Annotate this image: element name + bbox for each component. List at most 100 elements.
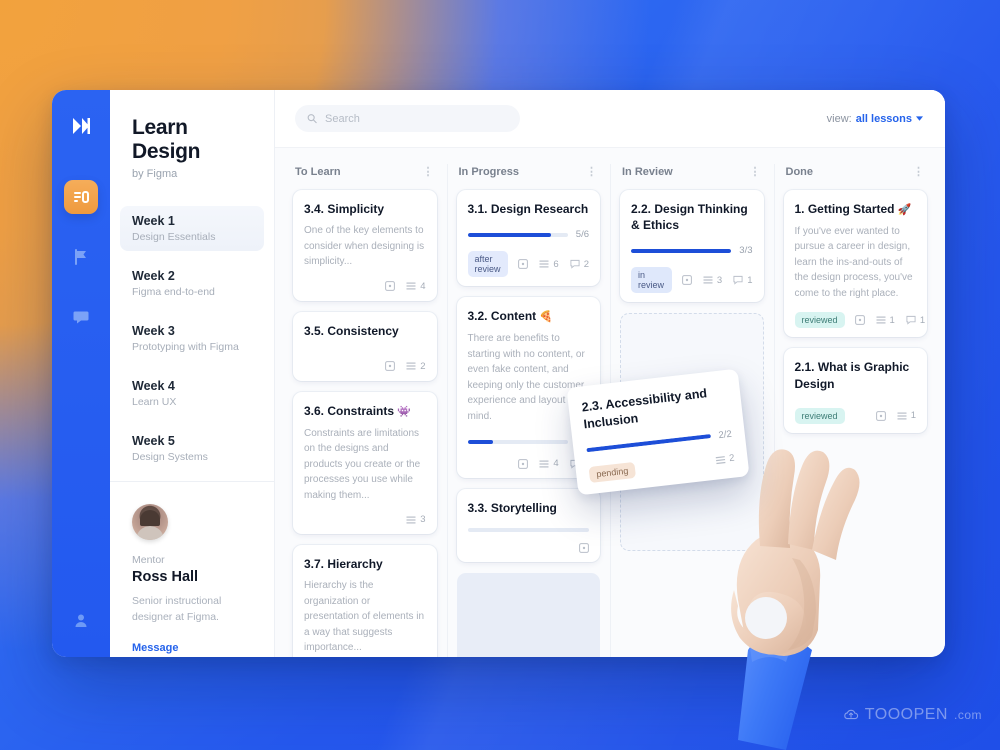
- kebab-menu-icon[interactable]: ⋮: [586, 167, 598, 178]
- sidebar-item-week-5[interactable]: Week 5 Design Systems: [120, 426, 264, 471]
- mentor-name: Ross Hall: [132, 569, 199, 585]
- status-badge[interactable]: in review: [631, 267, 672, 294]
- progress-row: [467, 528, 589, 533]
- attachment-icon[interactable]: [385, 281, 396, 292]
- nav-rail: [52, 90, 110, 657]
- kebab-menu-icon[interactable]: ⋮: [750, 167, 762, 178]
- checklist-count: 1: [910, 410, 916, 422]
- card-meta: 4 1: [468, 458, 589, 469]
- week-subtitle: Design Systems: [132, 451, 208, 463]
- chevron-down-icon: [916, 116, 923, 121]
- page-subtitle: by Figma: [132, 168, 178, 180]
- checklist-icon: [406, 516, 416, 524]
- rocket-emoji-icon: 🚀: [897, 204, 912, 216]
- progress-bar: [586, 434, 711, 453]
- card-meta: reviewed 1: [794, 407, 916, 424]
- app-window: Learn Design by Figma Week 1 Design Esse…: [52, 90, 945, 657]
- course-sidebar: Learn Design by Figma Week 1 Design Esse…: [110, 90, 275, 657]
- page-title: Learn Design: [132, 116, 201, 163]
- checklist-meta[interactable]: 1: [897, 410, 916, 421]
- comment-meta[interactable]: 2: [570, 259, 589, 270]
- attachment-icon[interactable]: [682, 275, 692, 286]
- week-subtitle: Prototyping with Figma: [132, 341, 239, 353]
- sidebar-item-board[interactable]: [64, 180, 98, 214]
- card-1-getting-started[interactable]: 1. Getting Started 🚀 If you've ever wante…: [783, 190, 927, 338]
- card-2-2-design-thinking-ethics[interactable]: 2.2. Design Thinking & Ethics 3/3 in rev…: [620, 190, 764, 303]
- kebab-menu-icon[interactable]: ⋮: [423, 167, 435, 178]
- view-value: all lessons: [855, 112, 912, 125]
- week-name: Week 5: [132, 434, 175, 448]
- mentor-card: Mentor Ross Hall Senior instructional de…: [110, 481, 274, 657]
- search-box[interactable]: [295, 105, 520, 132]
- view-selector[interactable]: view: all lessons: [827, 113, 923, 125]
- week-name: Week 4: [132, 379, 175, 393]
- status-badge[interactable]: pending: [588, 461, 637, 483]
- sidebar-item-profile[interactable]: [72, 612, 90, 635]
- kebab-menu-icon[interactable]: ⋮: [913, 167, 925, 178]
- card-description: One of the key elements to consider when…: [304, 225, 425, 268]
- card-meta: 3: [304, 514, 426, 525]
- sidebar-item-goals[interactable]: [64, 240, 98, 274]
- sidebar-item-week-2[interactable]: Week 2 Figma end-to-end: [120, 261, 264, 306]
- mentor-role: Senior instructional designer at Figma.: [132, 595, 222, 623]
- figma-play-logo-icon[interactable]: [67, 112, 95, 140]
- card-description: Hierarchy is the organization or present…: [304, 580, 425, 654]
- sidebar-item-messages[interactable]: [64, 300, 98, 334]
- week-name: Week 3: [132, 324, 175, 338]
- column-header: To Learn ⋮: [293, 162, 437, 190]
- attachment-icon[interactable]: [518, 458, 529, 469]
- checklist-meta[interactable]: 2: [406, 361, 426, 372]
- sidebar-item-week-1[interactable]: Week 1 Design Essentials: [120, 206, 264, 251]
- flag-icon: [75, 249, 86, 265]
- card-3-6-constraints[interactable]: 3.6. Constraints 👾 Constraints are limita…: [293, 391, 437, 535]
- dragged-card-2-3-accessibility[interactable]: 2.3. Accessibility and Inclusion 2/2 pen…: [566, 368, 750, 496]
- checklist-meta[interactable]: 2: [715, 453, 735, 466]
- card-title: 3.5. Consistency: [304, 323, 399, 338]
- search-icon: [307, 114, 317, 124]
- attachment-icon[interactable]: [579, 543, 589, 554]
- checklist-icon: [703, 276, 713, 284]
- status-badge[interactable]: reviewed: [794, 312, 845, 329]
- status-badge[interactable]: reviewed: [794, 407, 845, 424]
- card-title: 3.4. Simplicity: [304, 202, 385, 216]
- checklist-meta[interactable]: 3: [703, 275, 722, 286]
- card-3-5-consistency[interactable]: 3.5. Consistency 2: [293, 311, 437, 381]
- checklist-meta[interactable]: 1: [876, 315, 895, 326]
- message-link[interactable]: Message: [132, 642, 252, 654]
- checklist-meta[interactable]: 4: [406, 281, 426, 292]
- card-meta: [468, 543, 590, 554]
- user-icon: [75, 614, 87, 627]
- comment-meta[interactable]: 1: [906, 315, 925, 326]
- card-3-4-simplicity[interactable]: 3.4. Simplicity One of the key elements …: [293, 190, 437, 301]
- comment-count: 1: [747, 274, 753, 286]
- column-title: To Learn: [295, 166, 341, 178]
- checklist-meta[interactable]: 4: [539, 458, 559, 469]
- watermark-text: TOOOPEN: [864, 706, 948, 723]
- card-meta: pending 2: [588, 450, 736, 483]
- card-description: Constraints are limitations on the desig…: [304, 427, 421, 501]
- attachment-icon[interactable]: [385, 361, 396, 372]
- progress-bar: [631, 248, 732, 253]
- checklist-meta[interactable]: 6: [539, 259, 559, 270]
- sidebar-item-week-4[interactable]: Week 4 Learn UX: [120, 371, 264, 416]
- checklist-meta[interactable]: 3: [406, 514, 426, 525]
- card-3-1-design-research[interactable]: 3.1. Design Research 5/6 after review 6 …: [456, 190, 600, 287]
- week-list: Week 1 Design Essentials Week 2 Figma en…: [110, 206, 274, 481]
- attachment-icon[interactable]: [854, 315, 865, 326]
- card-title: 3.7. Hierarchy: [304, 557, 383, 572]
- checklist-icon: [406, 282, 416, 290]
- attachment-icon[interactable]: [875, 410, 886, 421]
- sidebar-item-week-3[interactable]: Week 3 Prototyping with Figma: [120, 316, 264, 361]
- week-name: Week 1: [132, 214, 175, 228]
- attachment-icon[interactable]: [518, 259, 529, 270]
- drop-placeholder[interactable]: [456, 573, 600, 657]
- alien-emoji-icon: 👾: [397, 405, 411, 418]
- watermark: TOOOPEN .com: [843, 706, 982, 724]
- card-3-3-storytelling[interactable]: 3.3. Storytelling: [456, 489, 600, 563]
- status-badge[interactable]: after review: [467, 251, 509, 278]
- column-to-learn: To Learn ⋮ 3.4. Simplicity One of the ke…: [283, 162, 447, 657]
- card-3-7-hierarchy[interactable]: 3.7. Hierarchy Hierarchy is the organiza…: [293, 545, 437, 657]
- search-input[interactable]: [325, 112, 508, 125]
- comment-meta[interactable]: 1: [733, 274, 753, 286]
- card-2-1-what-is-graphic-design[interactable]: 2.1. What is Graphic Design reviewed 1: [783, 348, 927, 433]
